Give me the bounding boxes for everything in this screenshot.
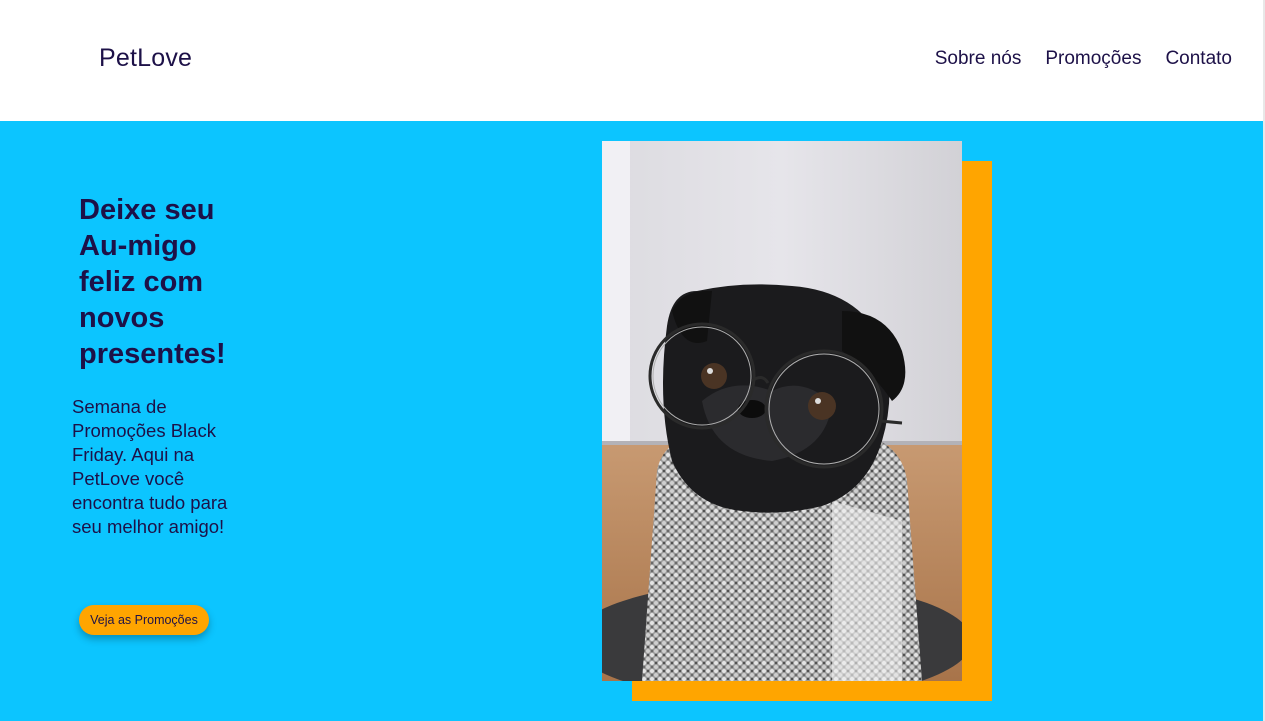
nav-link-sobre-nos[interactable]: Sobre nós <box>935 48 1022 70</box>
main-nav: Sobre nós Promoções Contato <box>935 48 1232 70</box>
nav-link-contato[interactable]: Contato <box>1165 48 1232 70</box>
brand-logo[interactable]: PetLove <box>99 44 192 73</box>
hero-title: Deixe seu Au-migo feliz com novos presen… <box>79 194 226 370</box>
hero-section: Deixe seu Au-migo feliz com novos presen… <box>0 121 1263 721</box>
nav-link-promocoes[interactable]: Promoções <box>1045 48 1141 70</box>
pug-photo <box>602 141 962 681</box>
hero-description: Semana de Promoções Black Friday. Aqui n… <box>72 396 228 537</box>
view-promotions-button[interactable]: Veja as Promoções <box>79 605 209 635</box>
site-header: PetLove Sobre nós Promoções Contato <box>0 0 1263 121</box>
